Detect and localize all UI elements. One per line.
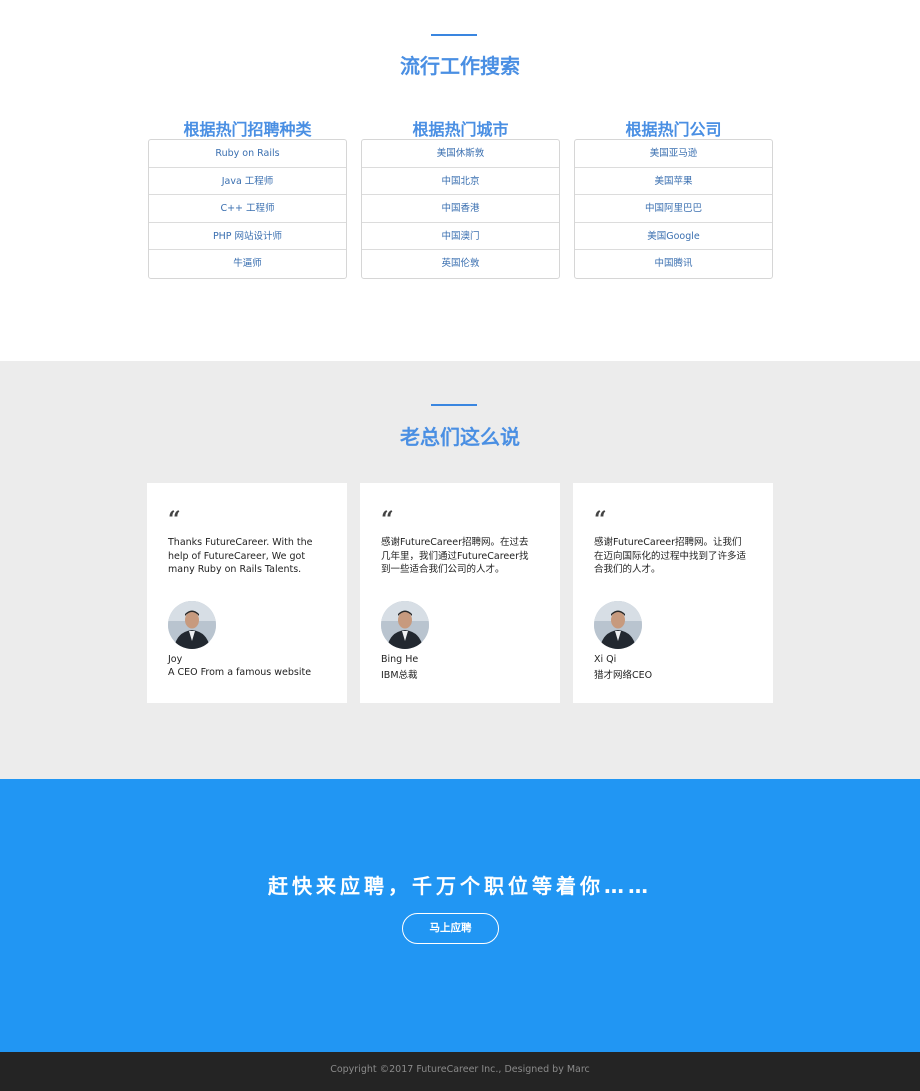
list-item[interactable]: 美国苹果 <box>575 168 772 196</box>
list-item[interactable]: 美国亚马逊 <box>575 140 772 168</box>
popular-search-section: 流行工作搜索 根据热门招聘种类 Ruby on Rails Java 工程师 C… <box>0 0 920 361</box>
column-title: 根据热门公司 <box>625 120 722 139</box>
title-accent-bar <box>431 34 477 36</box>
list-item[interactable]: 中国腾讯 <box>575 250 772 278</box>
author-name: Joy <box>168 654 183 665</box>
list-item[interactable]: 美国Google <box>575 223 772 251</box>
column-title: 根据热门招聘种类 <box>183 120 312 139</box>
footer-copyright: Copyright ©2017 FutureCareer Inc., Desig… <box>330 1064 590 1075</box>
testimonials-section: 老总们这么说 “ Thanks FutureCareer. With the h… <box>0 361 920 779</box>
column-title: 根据热门城市 <box>412 120 509 139</box>
author-role: 猎才网络CEO <box>594 670 653 681</box>
author-role: A CEO From a famous website <box>168 667 312 678</box>
testimonial-text: Thanks FutureCareer. With the help of Fu… <box>168 537 313 575</box>
avatar-image <box>594 601 642 649</box>
testimonial-card: “ Thanks FutureCareer. With the help of … <box>147 483 347 703</box>
quote-icon: “ <box>381 507 394 533</box>
title-accent-bar <box>431 404 477 406</box>
popular-search-title: 流行工作搜索 <box>400 54 520 78</box>
avatar <box>168 601 216 649</box>
company-list: 美国亚马逊 美国苹果 中国阿里巴巴 美国Google 中国腾讯 <box>574 139 773 279</box>
quote-icon: “ <box>594 507 607 533</box>
list-item[interactable]: 中国澳门 <box>362 223 559 251</box>
city-list: 美国休斯敦 中国北京 中国香港 中国澳门 英国伦敦 <box>361 139 560 279</box>
job-category-list: Ruby on Rails Java 工程师 C++ 工程师 PHP 网站设计师… <box>148 139 347 279</box>
apply-now-button[interactable]: 马上应聘 <box>402 913 499 944</box>
testimonial-card: “ 感谢FutureCareer招聘网。在过去几年里，我们通过FutureCar… <box>360 483 560 703</box>
author-name: Xi Qi <box>594 654 617 665</box>
list-item[interactable]: 牛逼师 <box>149 250 346 278</box>
list-item[interactable]: 中国北京 <box>362 168 559 196</box>
testimonial-card: “ 感谢FutureCareer招聘网。让我们在迈向国际化的过程中找到了许多适合… <box>573 483 773 703</box>
list-item[interactable]: C++ 工程师 <box>149 195 346 223</box>
author-name: Bing He <box>381 654 419 665</box>
avatar <box>381 601 429 649</box>
cta-section: 赶快来应聘，千万个职位等着你…… 马上应聘 <box>0 779 920 1052</box>
testimonial-text: 感谢FutureCareer招聘网。让我们在迈向国际化的过程中找到了许多适合我们… <box>594 537 747 575</box>
list-item[interactable]: 中国香港 <box>362 195 559 223</box>
list-item[interactable]: 美国休斯敦 <box>362 140 559 168</box>
testimonial-text: 感谢FutureCareer招聘网。在过去几年里，我们通过FutureCaree… <box>381 537 529 575</box>
list-item[interactable]: Ruby on Rails <box>149 140 346 168</box>
testimonials-title: 老总们这么说 <box>400 425 520 449</box>
author-role: IBM总裁 <box>381 670 418 681</box>
list-item[interactable]: PHP 网站设计师 <box>149 223 346 251</box>
list-item[interactable]: 中国阿里巴巴 <box>575 195 772 223</box>
quote-icon: “ <box>168 507 181 533</box>
avatar-image <box>381 601 429 649</box>
avatar-image <box>168 601 216 649</box>
list-item[interactable]: 英国伦敦 <box>362 250 559 278</box>
footer: Copyright ©2017 FutureCareer Inc., Desig… <box>0 1052 920 1091</box>
list-item[interactable]: Java 工程师 <box>149 168 346 196</box>
cta-headline: 赶快来应聘，千万个职位等着你…… <box>268 874 652 898</box>
avatar <box>594 601 642 649</box>
